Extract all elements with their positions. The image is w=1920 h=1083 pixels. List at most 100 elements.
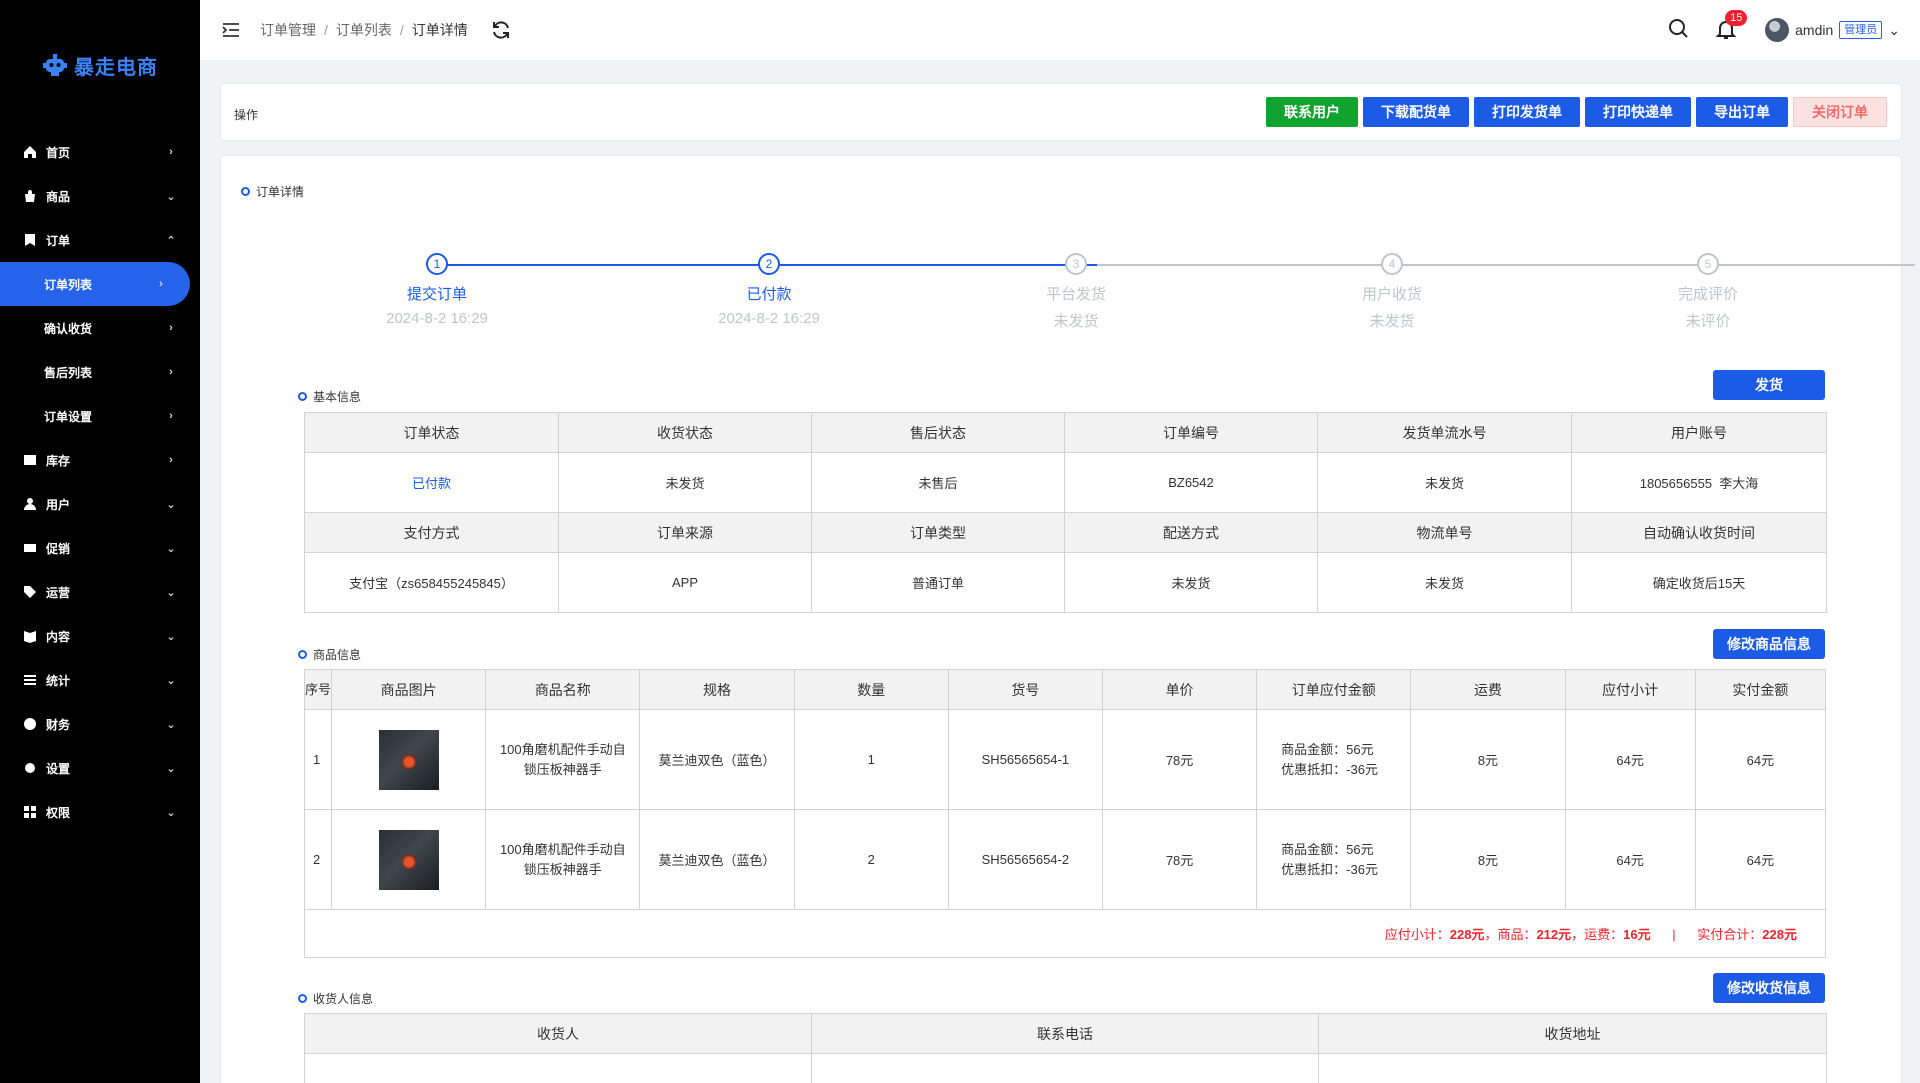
col-payment-method: 支付方式 — [304, 512, 559, 553]
table-row — [304, 1053, 1827, 1083]
menu-toggle-icon[interactable] — [220, 19, 242, 41]
table-header-row: 收货人 联系电话 收货地址 — [304, 1013, 1827, 1054]
sidebar-item-6[interactable]: 订单设置 › — [0, 394, 200, 438]
goods-amount-line: 商品金额：56元 — [1281, 841, 1374, 857]
sidebar-item-15[interactable]: 权限 ⌄ — [0, 790, 200, 834]
sidebar-item-label: 售后列表 — [44, 365, 93, 380]
col-user-account: 用户账号 — [1571, 412, 1827, 453]
step-title: 完成评价 — [1677, 286, 1738, 303]
chevron-down-icon: ⌄ — [166, 806, 176, 819]
step-paid: 2 已付款 2024-8-2 16:29 — [669, 253, 869, 327]
logo[interactable]: 暴走电商 — [0, 0, 200, 130]
col-shipment-serial: 发货单流水号 — [1317, 412, 1572, 453]
sidebar-item-14[interactable]: 设置 ⌄ — [0, 746, 200, 790]
finance-icon — [22, 716, 38, 732]
table-row: 已付款 未发货 未售后 BZ6542 未发货 1805656555 李大海 — [304, 452, 1827, 513]
top-header: 订单管理 / 订单列表 / 订单详情 15 amdin 管理员 ⌄ — [200, 0, 1920, 60]
col-unit-price: 单价 — [1101, 669, 1258, 710]
col-order-source: 订单来源 — [558, 512, 812, 553]
search-icon[interactable] — [1667, 17, 1689, 44]
goods-image[interactable] — [378, 829, 439, 890]
print-express-label-button[interactable]: 打印快递单 — [1585, 97, 1691, 127]
sidebar-item-label: 权限 — [46, 805, 71, 820]
chevron-right-icon: › — [169, 410, 173, 422]
tracking-number-value: 未发货 — [1317, 552, 1572, 613]
robot-logo-icon — [42, 52, 68, 78]
sidebar-item-13[interactable]: 财务 ⌄ — [0, 702, 200, 746]
col-address: 收货地址 — [1318, 1013, 1827, 1054]
col-image: 商品图片 — [331, 669, 487, 710]
step-number: 4 — [1381, 253, 1403, 275]
auto-confirm-time-value: 确定收货后15天 — [1571, 552, 1827, 613]
sidebar-item-8[interactable]: 用户 ⌄ — [0, 482, 200, 526]
col-quantity: 数量 — [793, 669, 949, 710]
chevron-up-icon: ⌃ — [166, 234, 176, 247]
step-desc: 未发货 — [1053, 313, 1099, 330]
receiver-info-heading: 收货人信息 — [298, 990, 373, 1007]
inventory-icon — [22, 452, 38, 468]
col-name: 商品名称 — [485, 669, 641, 710]
chevron-right-icon: › — [169, 366, 173, 378]
shipment-serial-value: 未发货 — [1317, 452, 1572, 513]
action-bar: 操作 联系用户 下载配货单 打印发货单 打印快递单 导出订单 关闭订单 — [220, 83, 1902, 141]
sidebar-item-2[interactable]: 订单 ⌃ — [0, 218, 200, 262]
breadcrumb-order-management[interactable]: 订单管理 — [260, 20, 316, 40]
permission-icon — [22, 804, 38, 820]
notification-bell[interactable]: 15 — [1715, 10, 1748, 42]
goods-icon — [22, 188, 38, 204]
col-tracking-number: 物流单号 — [1317, 512, 1572, 553]
sidebar-item-label: 订单 — [46, 233, 71, 248]
refresh-icon[interactable] — [490, 19, 512, 41]
step-number: 1 — [426, 253, 448, 275]
goods-freight: 8元 — [1410, 809, 1566, 910]
section-dot-icon — [298, 392, 307, 401]
sidebar-item-9[interactable]: 促销 ⌄ — [0, 526, 200, 570]
sidebar-item-10[interactable]: 运营 ⌄ — [0, 570, 200, 614]
sidebar-item-5[interactable]: 售后列表 › — [0, 350, 200, 394]
sidebar-item-11[interactable]: 内容 ⌄ — [0, 614, 200, 658]
print-invoice-button[interactable]: 打印发货单 — [1474, 97, 1580, 127]
home-icon — [22, 144, 38, 160]
breadcrumb-order-list[interactable]: 订单列表 — [336, 20, 392, 40]
goods-image[interactable] — [378, 729, 439, 790]
sidebar-item-4[interactable]: 确认收货 › — [0, 306, 200, 350]
user-icon — [22, 496, 38, 512]
content-icon — [22, 628, 38, 644]
step-number: 3 — [1065, 253, 1087, 275]
chevron-down-icon: ⌄ — [166, 498, 176, 511]
download-picking-list-button[interactable]: 下载配货单 — [1363, 97, 1469, 127]
table-row: 支付宝（zs658455245845） APP 普通订单 未发货 未发货 确定收… — [304, 552, 1827, 613]
sidebar-item-label: 运营 — [46, 585, 71, 600]
step-title: 用户收货 — [1361, 286, 1422, 303]
sidebar-item-0[interactable]: 首页 › — [0, 130, 200, 174]
receiver-info-title: 收货人信息 — [313, 992, 374, 1006]
edit-receiver-button[interactable]: 修改收货信息 — [1713, 973, 1825, 1003]
receiver-table: 收货人 联系电话 收货地址 — [304, 1013, 1827, 1083]
avatar — [1765, 18, 1790, 42]
edit-goods-button[interactable]: 修改商品信息 — [1713, 629, 1825, 659]
sidebar-item-3[interactable]: 订单列表 › — [0, 262, 190, 306]
sidebar-item-label: 库存 — [46, 453, 71, 468]
goods-discount-line: 优惠抵扣：-36元 — [1281, 761, 1378, 777]
delivery-method-value: 未发货 — [1064, 552, 1318, 613]
user-menu[interactable]: amdin 管理员 ⌄ — [1765, 18, 1900, 42]
order-number-value: BZ6542 — [1064, 452, 1318, 513]
ship-button[interactable]: 发货 — [1713, 370, 1825, 400]
goods-order-amount: 商品金额：56元 优惠抵扣：-36元 — [1256, 809, 1412, 910]
export-order-button[interactable]: 导出订单 — [1696, 97, 1788, 127]
order-source-value: APP — [558, 552, 812, 613]
goods-spec: 莫兰迪双色（蓝色） — [639, 709, 795, 810]
col-receipt-status: 收货状态 — [558, 412, 812, 453]
close-order-button[interactable]: 关闭订单 — [1793, 97, 1887, 127]
goods-table: 序号 商品图片 商品名称 规格 数量 货号 单价 订单应付金额 运费 应付小计 … — [303, 669, 1827, 958]
goods-sku: SH56565654-2 — [947, 809, 1103, 910]
contact-user-button[interactable]: 联系用户 — [1266, 97, 1358, 127]
sidebar-item-1[interactable]: 商品 ⌄ — [0, 174, 200, 218]
tag-icon — [22, 584, 38, 600]
step-title: 已付款 — [746, 286, 792, 303]
summary-freight-label: ，运费： — [1571, 927, 1624, 942]
sidebar-item-7[interactable]: 库存 › — [0, 438, 200, 482]
order-icon — [22, 232, 38, 248]
table-row: 1 100角磨机配件手动自锁压板神器手 莫兰迪双色（蓝色） 1 SH565656… — [303, 709, 1827, 810]
sidebar-item-12[interactable]: 统计 ⌄ — [0, 658, 200, 702]
